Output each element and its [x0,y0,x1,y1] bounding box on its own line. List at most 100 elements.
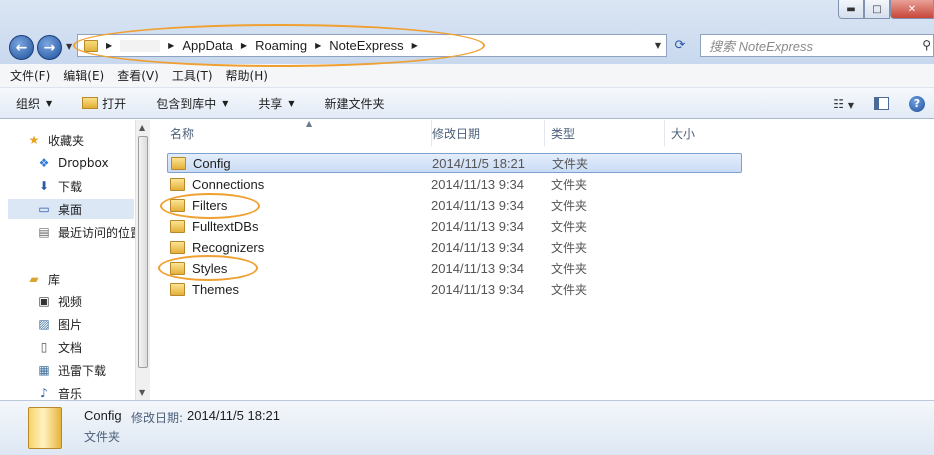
new-folder-label: 新建文件夹 [324,96,385,111]
menu-file[interactable]: 文件(F) [10,67,50,84]
breadcrumb-chevron-icon[interactable]: ▶ [241,41,247,50]
download-folder-icon: ⬇ [38,179,50,193]
table-row[interactable]: Config 2014/11/5 18:21 文件夹 [167,153,742,173]
dropbox-icon: ❖ [38,156,50,170]
sidebar-item-pictures[interactable]: ▨ 图片 [36,314,146,334]
address-dropdown-icon[interactable]: ▼ [655,41,661,50]
navigation-scrollbar[interactable]: ▲ ▼ [135,120,150,400]
table-row[interactable]: Recognizers 2014/11/13 9:34 文件夹 [167,237,742,257]
file-type: 文件夹 [551,198,588,213]
table-row[interactable]: FulltextDBs 2014/11/13 9:34 文件夹 [167,216,742,236]
breadcrumb-noteexpress[interactable]: NoteExpress [329,38,403,53]
sidebar-item-videos[interactable]: ▣ 视频 [36,291,146,311]
column-header-size[interactable]: 大小 [665,120,785,146]
minimize-button[interactable]: ▬ [838,0,864,19]
scroll-up-icon[interactable]: ▲ [139,123,145,132]
sidebar-item-label: 文档 [58,340,83,355]
refresh-button[interactable]: ⟳ [667,34,693,57]
desktop-icon: ▭ [38,202,50,216]
file-list: 名称 ▲ 修改日期 类型 大小 Config 2014/11/5 18:21 文件… [151,119,934,400]
recent-pages-dropdown[interactable]: ▼ [66,42,72,51]
column-header-type[interactable]: 类型 [545,120,665,146]
sidebar-item-label: 最近访问的位置 [58,225,136,240]
back-arrow-icon: ← [15,39,28,56]
breadcrumb-chevron-icon[interactable]: ▶ [106,41,112,50]
sidebar-item-documents[interactable]: ▯ 文档 [36,337,146,357]
column-header-modified[interactable]: 修改日期 [426,120,545,146]
file-type: 文件夹 [552,156,589,171]
file-name: Config [193,155,231,171]
menu-help[interactable]: 帮助(H) [226,67,268,84]
open-folder-icon [82,97,99,109]
breadcrumb-appdata[interactable]: AppData [182,38,233,53]
library-icon: ▰ [29,272,39,286]
file-modified: 2014/11/13 9:34 [431,197,525,213]
sort-ascending-icon: ▲ [306,119,313,128]
include-library-button[interactable]: 包含到库中 ▼ [156,95,228,112]
breadcrumb-roaming[interactable]: Roaming [255,38,307,53]
table-row[interactable]: Themes 2014/11/13 9:34 文件夹 [167,279,742,299]
column-header-label: 类型 [551,126,576,141]
sidebar-item-favorites[interactable]: ★ 收藏夹 [26,130,136,150]
breadcrumb-chevron-icon[interactable]: ▶ [412,41,418,50]
sidebar-item-downloads[interactable]: ⬇ 下载 [36,176,146,196]
preview-pane-icon[interactable] [874,97,889,110]
open-label: 打开 [102,96,127,111]
table-row[interactable]: Connections 2014/11/13 9:34 文件夹 [167,174,742,194]
table-row[interactable]: Filters 2014/11/13 9:34 文件夹 [167,195,742,215]
menu-bar: 文件(F) 编辑(E) 查看(V) 工具(T) 帮助(H) [0,64,934,88]
view-options-button[interactable]: ☷ ▼ [833,97,854,111]
open-button[interactable]: 打开 [82,95,126,112]
address-bar[interactable]: ▶ ▶ AppData ▶ Roaming ▶ NoteExpress ▶ ▼ [77,34,667,57]
menu-tools[interactable]: 工具(T) [172,67,213,84]
file-type: 文件夹 [551,219,588,234]
file-name: Recognizers [192,239,265,255]
sidebar-item-desktop[interactable]: ▭ 桌面 [8,199,134,219]
search-input[interactable]: 搜索 NoteExpress ⚲ [700,34,934,57]
forward-button[interactable]: → [37,35,62,60]
sidebar-item-label: Dropbox [58,156,109,170]
details-pane: Config 修改日期: 2014/11/5 18:21 文件夹 [0,400,934,455]
sidebar-item-libraries[interactable]: ▰ 库 [26,269,136,289]
share-button[interactable]: 共享 ▼ [258,95,294,112]
chevron-down-icon: ▼ [46,98,53,108]
file-type: 文件夹 [551,282,588,297]
file-type: 文件夹 [551,261,588,276]
view-controls: ☷ ▼ ? [833,88,934,119]
sidebar-item-label: 下载 [58,179,83,194]
folder-icon [170,282,185,296]
file-modified: 2014/11/5 18:21 [432,155,526,171]
breadcrumb-redacted[interactable] [120,39,161,52]
menu-edit[interactable]: 编辑(E) [63,67,104,84]
folder-icon [170,198,185,212]
breadcrumb-chevron-icon[interactable]: ▶ [315,41,321,50]
help-icon[interactable]: ? [909,95,925,112]
column-header-name[interactable]: 名称 ▲ [164,119,432,146]
new-folder-button[interactable]: 新建文件夹 [325,95,385,112]
file-modified: 2014/11/13 9:34 [431,176,525,192]
sidebar-item-dropbox[interactable]: ❖ Dropbox [36,153,146,173]
sidebar-item-label: 视频 [58,294,83,309]
folder-icon [170,177,185,191]
maximize-button[interactable]: □ [864,0,890,19]
music-icon: ♪ [40,386,48,400]
scrollbar-thumb[interactable] [138,136,148,368]
sidebar-item-recent-places[interactable]: ▤ 最近访问的位置 [36,222,136,242]
sidebar-item-label: 音乐 [58,386,83,401]
sidebar-item-xunlei-downloads[interactable]: ▦ 迅雷下载 [36,360,146,380]
menu-view[interactable]: 查看(V) [117,67,159,84]
search-icon[interactable]: ⚲ [922,38,931,52]
file-name: FulltextDBs [192,218,259,234]
scroll-down-icon[interactable]: ▼ [139,388,145,397]
file-modified: 2014/11/13 9:34 [431,239,525,255]
table-row[interactable]: Styles 2014/11/13 9:34 文件夹 [167,258,742,278]
file-name: Connections [192,176,265,192]
breadcrumb-chevron-icon[interactable]: ▶ [168,41,174,50]
folder-icon: ▦ [38,363,50,377]
video-icon: ▣ [38,294,50,308]
back-button[interactable]: ← [9,35,34,60]
chevron-down-icon: ▼ [847,100,854,110]
close-button[interactable]: ✕ [890,0,934,19]
organize-button[interactable]: 组织 ▼ [16,95,52,112]
organize-label: 组织 [16,96,41,111]
